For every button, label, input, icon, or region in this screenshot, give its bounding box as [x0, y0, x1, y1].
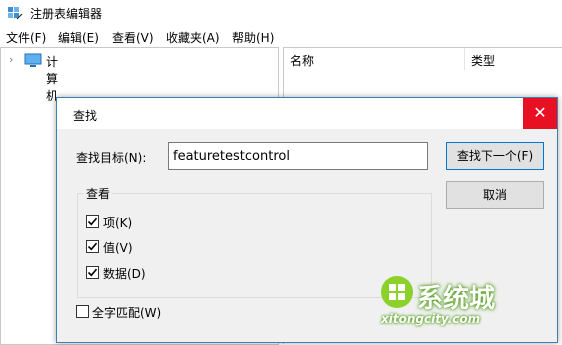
- menu-edit[interactable]: 编辑(E): [58, 29, 99, 46]
- dialog-title-bar: 查找 ✕: [57, 98, 557, 129]
- checkmark-icon: [87, 268, 98, 277]
- checkmark-icon: [87, 242, 98, 251]
- whole-word-checkbox[interactable]: [76, 305, 89, 318]
- checkmark-icon: [87, 217, 98, 226]
- values-checkbox[interactable]: [86, 240, 99, 253]
- watermark-url: xitongcity.com: [381, 312, 481, 326]
- cancel-button[interactable]: 取消: [446, 181, 544, 209]
- data-checkbox[interactable]: [86, 266, 99, 279]
- dialog-title: 查找: [73, 109, 98, 123]
- menu-favorites[interactable]: 收藏夹(A): [166, 29, 220, 46]
- computer-icon: [24, 53, 42, 67]
- column-header-label: 类型: [471, 54, 496, 68]
- values-label: 值(V): [103, 241, 133, 255]
- window-title: 注册表编辑器: [30, 7, 103, 21]
- whole-word-label: 全字匹配(W): [92, 306, 162, 320]
- find-what-label: 查找目标(N):: [76, 151, 147, 165]
- menu-view[interactable]: 查看(V): [112, 29, 154, 46]
- find-what-input[interactable]: [168, 142, 428, 170]
- chevron-right-icon[interactable]: ›: [9, 53, 13, 66]
- data-label: 数据(D): [103, 267, 146, 281]
- close-icon[interactable]: ✕: [523, 98, 557, 129]
- keys-checkbox[interactable]: [86, 215, 99, 228]
- menu-bar: 文件(F) 编辑(E) 查看(V) 收藏夹(A) 帮助(H): [0, 27, 562, 46]
- find-next-button[interactable]: 查找下一个(F): [446, 142, 544, 170]
- title-bar: 注册表编辑器: [0, 0, 562, 25]
- menu-help[interactable]: 帮助(H): [232, 29, 274, 46]
- look-at-group-title: 查看: [84, 185, 113, 202]
- menu-file[interactable]: 文件(F): [6, 29, 46, 46]
- column-header-name[interactable]: 名称: [284, 48, 465, 70]
- watermark: 系统城 xitongcity.com: [377, 272, 537, 332]
- keys-label: 项(K): [103, 216, 133, 230]
- regedit-app-icon: [8, 7, 23, 20]
- column-header-type[interactable]: 类型: [465, 48, 562, 70]
- column-header-label: 名称: [290, 54, 315, 68]
- windows-logo-icon: [381, 276, 413, 308]
- watermark-brand: 系统城: [417, 284, 496, 314]
